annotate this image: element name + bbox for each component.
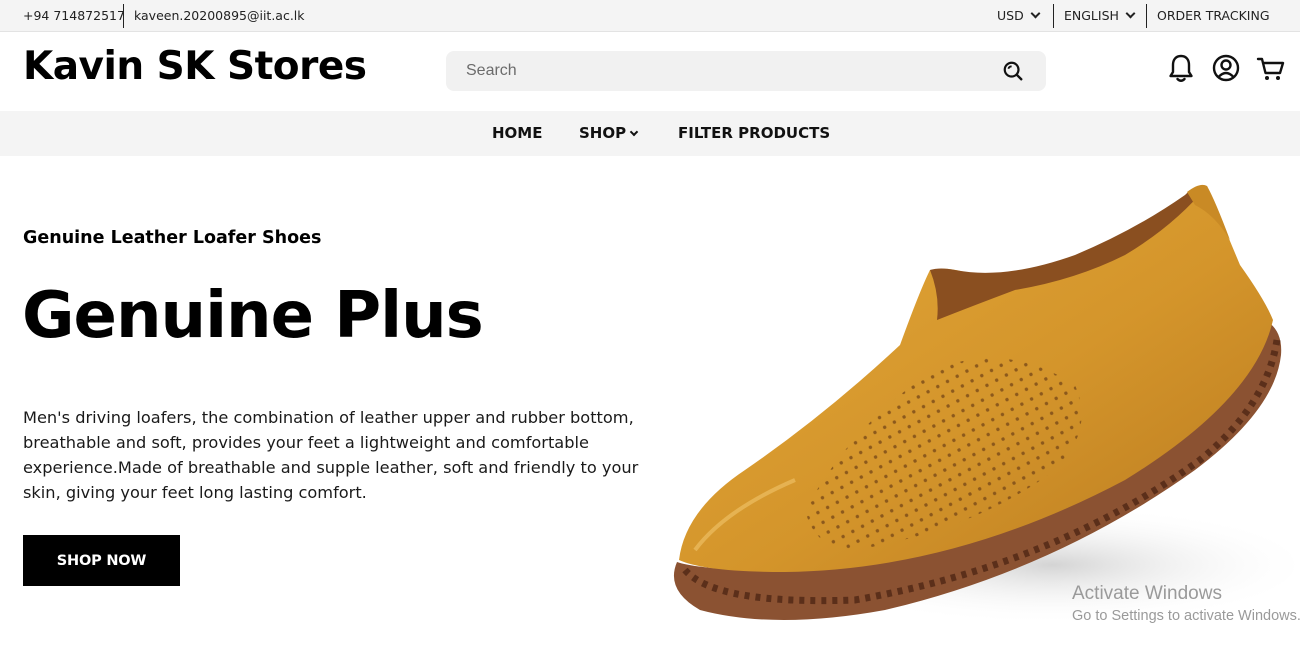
- chevron-down-icon: [1030, 8, 1041, 19]
- order-tracking-link[interactable]: ORDER TRACKING: [1157, 0, 1270, 32]
- divider: [1146, 4, 1147, 28]
- bell-icon[interactable]: [1166, 52, 1196, 84]
- user-icon[interactable]: [1211, 52, 1241, 84]
- watermark-title: Activate Windows: [1072, 583, 1222, 604]
- contact-email: kaveen.20200895@iit.ac.lk: [134, 8, 305, 23]
- language-selector[interactable]: ENGLISH: [1064, 0, 1136, 32]
- divider: [1053, 4, 1054, 28]
- hero-subtitle: Genuine Leather Loafer Shoes: [23, 228, 322, 248]
- currency-selector[interactable]: USD: [997, 0, 1041, 32]
- contact-phone: +94 714872517: [23, 8, 125, 23]
- brand-logo[interactable]: Kavin SK Stores: [23, 44, 367, 89]
- search-icon[interactable]: [1002, 60, 1024, 82]
- nav-shop[interactable]: SHOP: [579, 111, 639, 156]
- nav-home[interactable]: HOME: [492, 111, 542, 156]
- shop-now-button[interactable]: SHOP NOW: [23, 535, 180, 586]
- cart-icon[interactable]: [1256, 52, 1286, 84]
- divider: [123, 4, 124, 28]
- language-label: ENGLISH: [1064, 8, 1119, 23]
- watermark-subtitle: Go to Settings to activate Windows.: [1072, 608, 1300, 624]
- chevron-down-icon: [629, 127, 639, 137]
- hero-title: Genuine Plus: [22, 279, 484, 353]
- nav-filter-products[interactable]: FILTER PRODUCTS: [678, 111, 830, 156]
- search-bar: [446, 51, 1046, 91]
- chevron-down-icon: [1125, 8, 1136, 19]
- search-input[interactable]: [446, 51, 986, 91]
- windows-activation-watermark: Activate Windows Go to Settings to activ…: [1072, 583, 1300, 627]
- main-nav: HOME SHOP FILTER PRODUCTS: [0, 111, 1300, 156]
- top-utility-bar: +94 714872517 kaveen.20200895@iit.ac.lk …: [0, 0, 1300, 32]
- hero-shoe-image: [673, 184, 1295, 625]
- currency-label: USD: [997, 8, 1024, 23]
- hero-description: Men's driving loafers, the combination o…: [23, 408, 639, 502]
- nav-shop-label: SHOP: [579, 124, 627, 142]
